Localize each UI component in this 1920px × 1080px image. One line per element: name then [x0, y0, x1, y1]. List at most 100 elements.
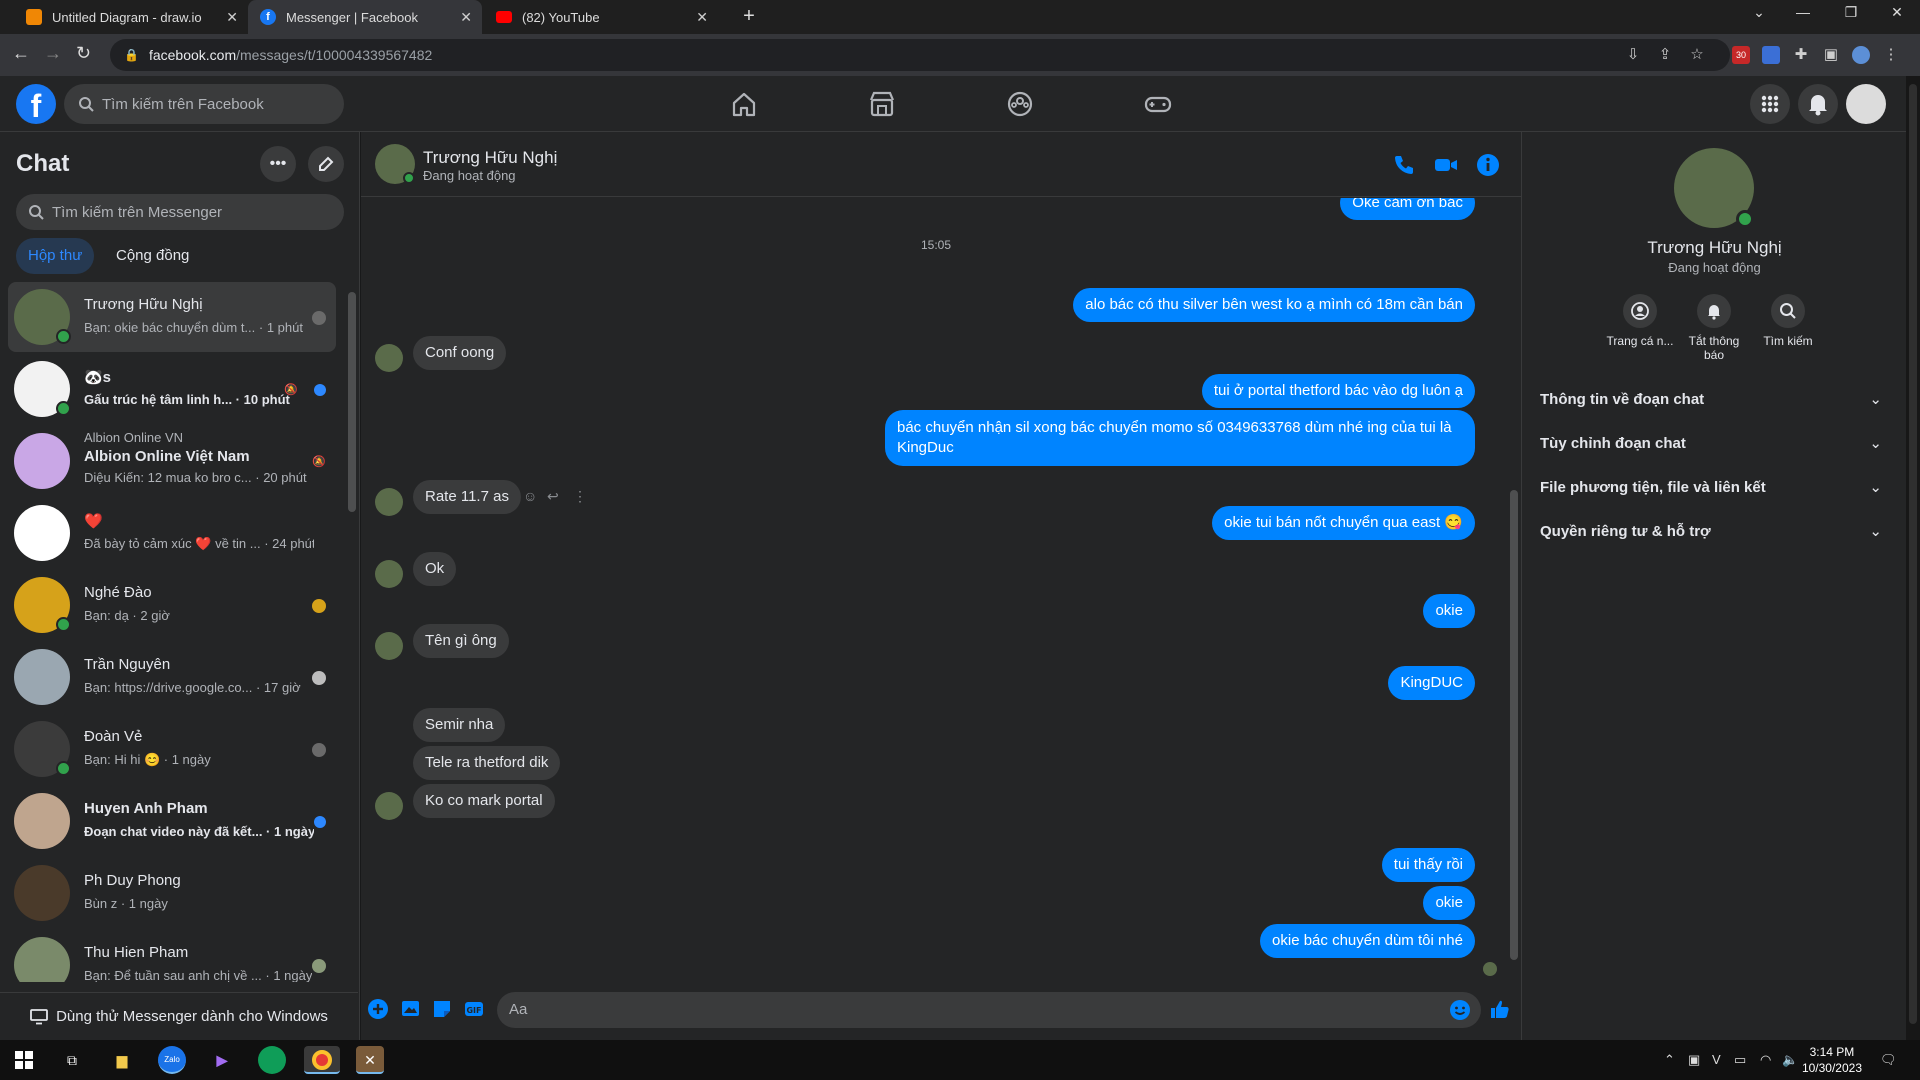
sidebar-scrollbar[interactable]	[346, 282, 356, 982]
file-explorer-icon[interactable]: ▆	[108, 1046, 136, 1074]
contact-name[interactable]: Trương Hữu Nghị	[423, 148, 557, 168]
react-icon[interactable]: ☺	[523, 488, 537, 504]
section-customize-chat[interactable]: Tùy chỉnh đoạn chat ⌄	[1540, 424, 1888, 464]
home-icon[interactable]	[728, 88, 760, 120]
tray-vpn-icon[interactable]: V	[1712, 1052, 1721, 1067]
message-input[interactable]: Aa	[497, 992, 1481, 1028]
profile-avatar[interactable]	[1852, 46, 1870, 64]
url-field[interactable]: 🔒 facebook.com/messages/t/10000433956748…	[110, 39, 1730, 71]
tab-messenger[interactable]: f Messenger | Facebook ✕	[248, 0, 482, 34]
video-call-icon[interactable]	[1433, 152, 1459, 178]
message-bubble-sent[interactable]: KingDUC	[1388, 666, 1475, 700]
message-bubble-sent[interactable]: Oke cảm ơn bác	[1340, 198, 1475, 220]
scrollbar-thumb[interactable]	[1510, 490, 1518, 960]
system-clock[interactable]: 3:14 PM 10/30/2023	[1802, 1044, 1862, 1076]
marketplace-icon[interactable]	[866, 88, 898, 120]
try-messenger-windows-link[interactable]: Dùng thử Messenger dành cho Windows	[0, 992, 358, 1040]
task-view-icon[interactable]: ⧉	[58, 1046, 86, 1074]
message-bubble-sent[interactable]: bác chuyển nhận sil xong bác chuyển momo…	[885, 410, 1475, 466]
message-bubble-received[interactable]: Tên gì ông	[413, 624, 509, 658]
notification-center-icon[interactable]: 🗨	[1880, 1052, 1897, 1068]
gaming-icon[interactable]	[1142, 88, 1174, 120]
close-icon[interactable]: ✕	[460, 9, 472, 26]
conversation-item[interactable]: Ph Duy Phong Bùn z · 1 ngày	[8, 858, 336, 928]
zalo-icon[interactable]: Zalo	[158, 1046, 186, 1074]
menu-grid-button[interactable]	[1750, 84, 1790, 124]
emoji-icon[interactable]	[1449, 999, 1471, 1021]
game-app-icon[interactable]: ✕	[356, 1046, 384, 1074]
more-icon[interactable]: ⋮	[573, 488, 587, 505]
tab-drawio[interactable]: Untitled Diagram - draw.io ✕	[14, 0, 248, 34]
menu-icon[interactable]: ⋮	[1882, 46, 1900, 64]
extension-icon[interactable]: 30	[1732, 46, 1750, 64]
tray-overflow-icon[interactable]: ⌃	[1664, 1052, 1675, 1068]
close-window-button[interactable]: ✕	[1882, 4, 1912, 21]
reload-icon[interactable]: ↻	[76, 43, 91, 64]
message-bubble-sent[interactable]: okie	[1423, 886, 1475, 920]
like-thumb-icon[interactable]	[1489, 998, 1511, 1020]
scrollbar-thumb[interactable]	[1909, 84, 1917, 1024]
tab-community[interactable]: Cộng đồng	[104, 238, 201, 274]
battery-icon[interactable]: ▭	[1734, 1052, 1746, 1068]
extensions-puzzle-icon[interactable]: ✚	[1792, 46, 1810, 64]
maximize-button[interactable]: ❐	[1836, 4, 1866, 21]
conversation-item[interactable]: Trương Hữu Nghị Bạn: okie bác chuyển dùm…	[8, 282, 336, 352]
scrollbar-thumb[interactable]	[348, 292, 356, 512]
message-bubble-received[interactable]: Ok	[413, 552, 457, 586]
phone-call-icon[interactable]	[1391, 152, 1417, 178]
conversation-item[interactable]: 🐼s Gấu trúc hệ tâm linh h... · 10 phút 🔕	[8, 354, 336, 424]
conversation-item[interactable]: Albion Online VN Albion Online Việt Nam …	[8, 426, 336, 496]
back-icon[interactable]: ←	[12, 43, 30, 64]
message-bubble-sent[interactable]: alo bác có thu silver bên west ko ạ mình…	[1073, 288, 1475, 322]
conversation-info-icon[interactable]	[1475, 152, 1501, 178]
new-tab-button[interactable]: +	[734, 5, 764, 28]
tab-search-icon[interactable]: ⌄	[1744, 4, 1774, 21]
profile-button[interactable]: Trang cá n...	[1604, 294, 1676, 348]
message-bubble-sent[interactable]: tui thấy rồi	[1381, 848, 1475, 882]
windows-start-icon[interactable]	[10, 1046, 38, 1074]
more-options-button[interactable]: •••	[260, 146, 296, 182]
minimize-button[interactable]: —	[1788, 4, 1818, 20]
conversation-item[interactable]: Huyen Anh Pham Đoạn chat video này đã kế…	[8, 786, 336, 856]
plus-circle-icon[interactable]	[367, 998, 389, 1020]
sticker-icon[interactable]	[431, 998, 453, 1020]
translate-extension-icon[interactable]	[1762, 46, 1780, 64]
install-icon[interactable]: ⇩	[1624, 46, 1642, 64]
conversation-item[interactable]: Đoàn Vẻ Bạn: Hi hi 😊 · 1 ngày	[8, 714, 336, 784]
gif-icon[interactable]: GIF	[463, 998, 485, 1020]
forward-icon[interactable]: →	[44, 43, 62, 64]
groups-icon[interactable]	[1004, 88, 1036, 120]
conversation-item[interactable]: ❤️ Đã bày tỏ cảm xúc ❤️ về tin ... · 24 …	[8, 498, 336, 568]
search-in-conversation-button[interactable]: Tìm kiếm	[1752, 294, 1824, 348]
conversation-item[interactable]: Trần Nguyên Bạn: https://drive.google.co…	[8, 642, 336, 712]
tab-youtube[interactable]: (82) YouTube ✕	[484, 0, 718, 34]
close-icon[interactable]: ✕	[226, 9, 238, 26]
facebook-search-input[interactable]: Tìm kiếm trên Facebook	[64, 84, 344, 124]
section-chat-info[interactable]: Thông tin về đoạn chat ⌄	[1540, 380, 1888, 420]
conversation-item[interactable]: Thu Hien Pham Bạn: Để tuần sau anh chị v…	[8, 930, 336, 982]
facebook-logo[interactable]: f	[16, 84, 56, 124]
message-bubble-received[interactable]: Semir nha	[413, 708, 506, 742]
tray-app-icon[interactable]: ▣	[1688, 1052, 1700, 1068]
mute-button[interactable]: Tắt thông báo	[1678, 294, 1750, 362]
message-bubble-received[interactable]: Ko co mark portal	[413, 784, 555, 818]
wifi-icon[interactable]: ◠	[1760, 1052, 1771, 1068]
conversation-item[interactable]: Nghé Đào Bạn: dạ · 2 giờ	[8, 570, 336, 640]
reply-icon[interactable]: ↩	[547, 488, 559, 505]
chat-scrollbar[interactable]	[1509, 200, 1519, 978]
side-panel-icon[interactable]: ▣	[1822, 46, 1840, 64]
tab-inbox[interactable]: Hộp thư	[16, 238, 95, 274]
share-icon[interactable]: ⇪	[1656, 46, 1674, 64]
messenger-search-input[interactable]: Tìm kiếm trên Messenger	[16, 194, 344, 230]
bookmark-star-icon[interactable]: ☆	[1688, 46, 1706, 64]
volume-icon[interactable]: 🔈	[1782, 1052, 1798, 1068]
section-media-files[interactable]: File phương tiện, file và liên kết ⌄	[1540, 468, 1888, 508]
message-bubble-received[interactable]: Rate 11.7 as	[413, 480, 521, 514]
chrome-icon[interactable]	[304, 1046, 340, 1074]
account-avatar[interactable]	[1846, 84, 1886, 124]
message-bubble-sent[interactable]: okie	[1423, 594, 1475, 628]
visual-studio-icon[interactable]: ▶	[208, 1046, 236, 1074]
new-message-button[interactable]	[308, 146, 344, 182]
page-scrollbar[interactable]	[1906, 76, 1920, 1040]
close-icon[interactable]: ✕	[696, 9, 708, 26]
